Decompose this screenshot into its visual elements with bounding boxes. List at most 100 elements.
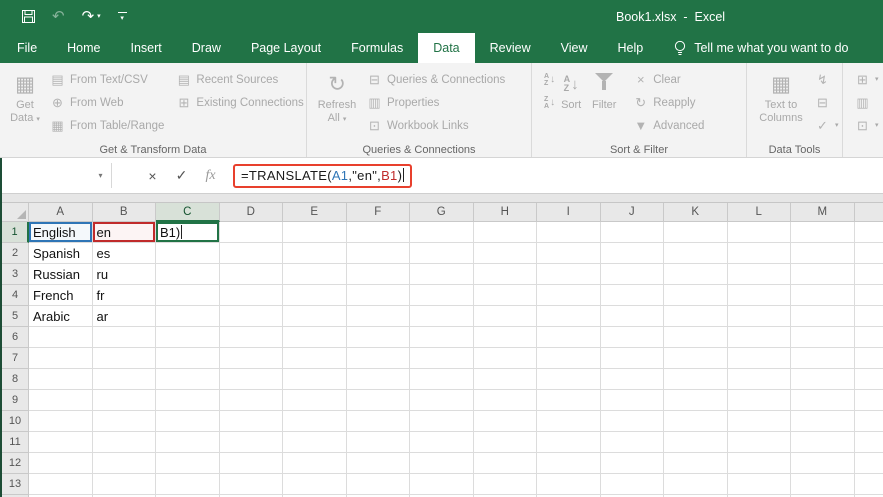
cell-F12[interactable] [346, 453, 410, 474]
from-web-button[interactable]: ⊕ From Web [44, 91, 170, 114]
cell-D10[interactable] [219, 411, 283, 432]
cell-G12[interactable] [410, 453, 474, 474]
cell-E10[interactable] [283, 411, 347, 432]
cell-C8[interactable] [156, 369, 220, 390]
cell-K2[interactable] [664, 243, 728, 264]
cell-I5[interactable] [537, 306, 601, 327]
cell-M4[interactable] [791, 285, 855, 306]
cell-F6[interactable] [346, 327, 410, 348]
cell-F2[interactable] [346, 243, 410, 264]
cell-H13[interactable] [473, 474, 537, 495]
cell-D13[interactable] [219, 474, 283, 495]
column-header-J[interactable]: J [600, 203, 664, 222]
sort-button[interactable]: AZ ↓ Sort [561, 66, 581, 112]
name-box[interactable] [2, 158, 90, 193]
cell-D9[interactable] [219, 390, 283, 411]
cell-K7[interactable] [664, 348, 728, 369]
cell-I8[interactable] [537, 369, 601, 390]
from-text-csv-button[interactable]: ▤ From Text/CSV [44, 68, 170, 91]
save-button[interactable] [22, 10, 35, 23]
filter-button[interactable]: Filter [581, 66, 627, 112]
redo-dropdown-icon[interactable]: ▾ [97, 13, 101, 20]
cell-I4[interactable] [537, 285, 601, 306]
cell-H4[interactable] [473, 285, 537, 306]
cell-G8[interactable] [410, 369, 474, 390]
cell-F1[interactable] [346, 222, 410, 243]
cell-D8[interactable] [219, 369, 283, 390]
cell-J10[interactable] [600, 411, 664, 432]
cell-A13[interactable] [29, 474, 93, 495]
cell-B5[interactable]: ar [92, 306, 156, 327]
cell-K10[interactable] [664, 411, 728, 432]
row-header-2[interactable]: 2 [2, 243, 29, 264]
cell-M3[interactable] [791, 264, 855, 285]
cell-E3[interactable] [283, 264, 347, 285]
cell-B6[interactable] [92, 327, 156, 348]
cell-E11[interactable] [283, 432, 347, 453]
cell-G9[interactable] [410, 390, 474, 411]
cell-M5[interactable] [791, 306, 855, 327]
column-header-F[interactable]: F [346, 203, 410, 222]
cell-M12[interactable] [791, 453, 855, 474]
cell-D7[interactable] [219, 348, 283, 369]
tab-formulas[interactable]: Formulas [336, 33, 418, 63]
clear-button[interactable]: × Clear [627, 68, 710, 91]
cell-M8[interactable] [791, 369, 855, 390]
cell-G13[interactable] [410, 474, 474, 495]
cell-D6[interactable] [219, 327, 283, 348]
cell-L8[interactable] [727, 369, 791, 390]
refresh-all-button[interactable]: ↻ Refresh All ▾ [313, 66, 361, 125]
row-header-9[interactable]: 9 [2, 390, 29, 411]
tab-draw[interactable]: Draw [177, 33, 236, 63]
cell-H5[interactable] [473, 306, 537, 327]
cell-B10[interactable] [92, 411, 156, 432]
cell-L4[interactable] [727, 285, 791, 306]
sort-ascending-button[interactable]: AZ ↓ [538, 68, 561, 91]
recent-sources-button[interactable]: ▤ Recent Sources [170, 68, 309, 91]
cell-J8[interactable] [600, 369, 664, 390]
cell-A3[interactable]: Russian [29, 264, 93, 285]
cell-K3[interactable] [664, 264, 728, 285]
cell-G5[interactable] [410, 306, 474, 327]
cell-J13[interactable] [600, 474, 664, 495]
cell-F11[interactable] [346, 432, 410, 453]
cell-H9[interactable] [473, 390, 537, 411]
cell-M7[interactable] [791, 348, 855, 369]
cell-L2[interactable] [727, 243, 791, 264]
column-header-M[interactable]: M [791, 203, 855, 222]
cell-F3[interactable] [346, 264, 410, 285]
cell-M13[interactable] [791, 474, 855, 495]
column-header-G[interactable]: G [410, 203, 474, 222]
cell-K1[interactable] [664, 222, 728, 243]
cell-I13[interactable] [537, 474, 601, 495]
cell-E5[interactable] [283, 306, 347, 327]
cell-I7[interactable] [537, 348, 601, 369]
cell-L6[interactable] [727, 327, 791, 348]
tab-review[interactable]: Review [475, 33, 546, 63]
forecast-sheet-button[interactable]: ▥ [849, 91, 883, 114]
cell-D4[interactable] [219, 285, 283, 306]
column-header-A[interactable]: A [29, 203, 93, 222]
cell-J9[interactable] [600, 390, 664, 411]
cell-D2[interactable] [219, 243, 283, 264]
select-all-button[interactable] [2, 203, 29, 222]
tab-file[interactable]: File [2, 33, 52, 63]
row-header-5[interactable]: 5 [2, 306, 29, 327]
tab-help[interactable]: Help [603, 33, 659, 63]
tab-data[interactable]: Data [418, 33, 475, 63]
cell-K9[interactable] [664, 390, 728, 411]
row-header-8[interactable]: 8 [2, 369, 29, 390]
cell-B13[interactable] [92, 474, 156, 495]
cell-E12[interactable] [283, 453, 347, 474]
column-header-K[interactable]: K [664, 203, 728, 222]
cell-A12[interactable] [29, 453, 93, 474]
cell-J1[interactable] [600, 222, 664, 243]
cell-C2[interactable] [156, 243, 220, 264]
remove-duplicates-button[interactable]: ⊟ [809, 91, 845, 114]
column-header-E[interactable]: E [283, 203, 347, 222]
cell-K11[interactable] [664, 432, 728, 453]
cell-K8[interactable] [664, 369, 728, 390]
cell-E8[interactable] [283, 369, 347, 390]
from-table-range-button[interactable]: ▦ From Table/Range [44, 114, 170, 137]
column-header-L[interactable]: L [727, 203, 791, 222]
